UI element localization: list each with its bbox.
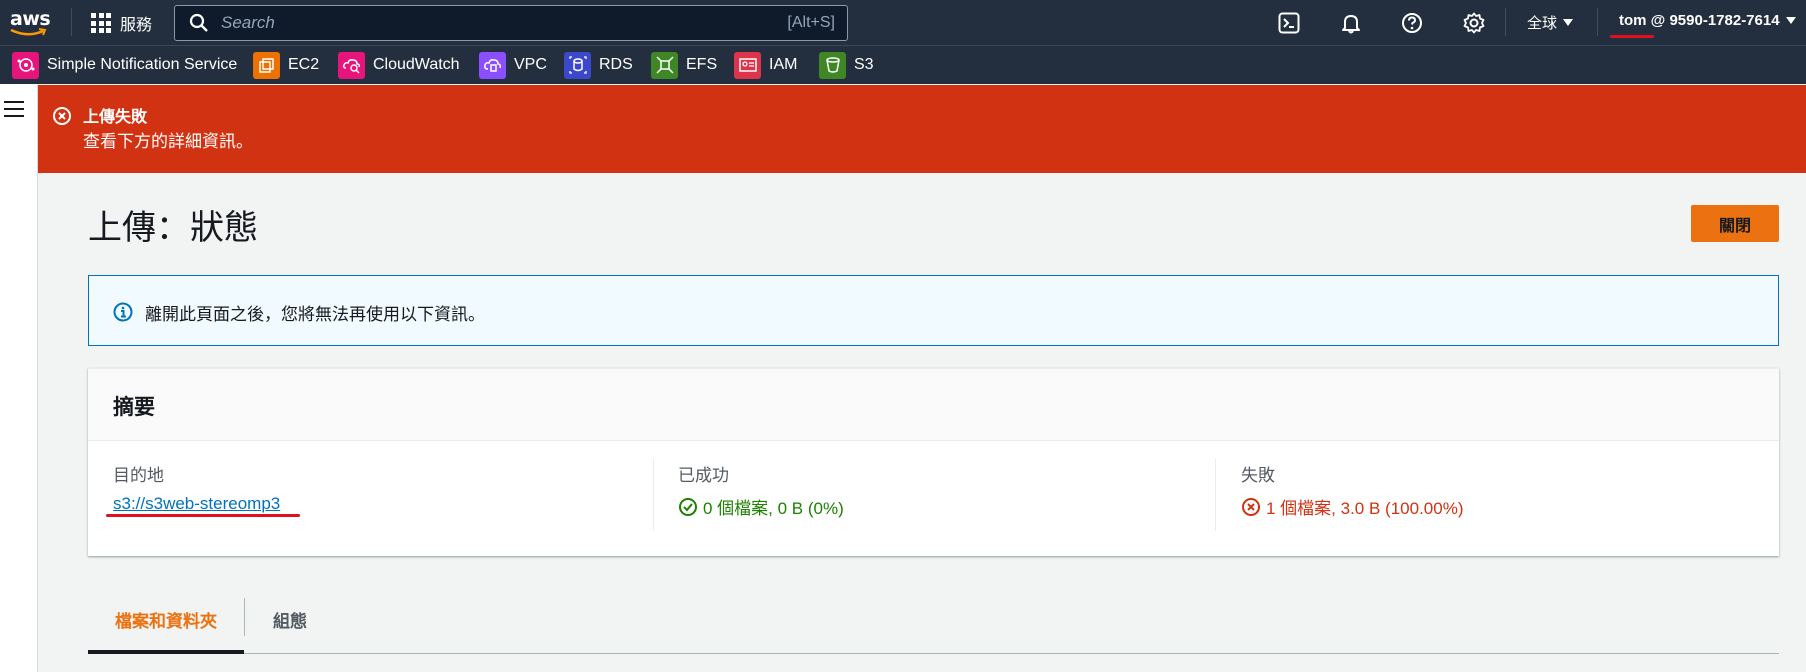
account-menu[interactable]: tom @ 9590-1782-7614 bbox=[1619, 12, 1796, 29]
ec2-icon bbox=[253, 51, 280, 79]
favorite-label: VPC bbox=[514, 56, 547, 73]
failed-status: 1 個檔案, 3.0 B (100.00%) bbox=[1241, 494, 1463, 519]
favorites-bar: Simple Notification Service EC2 CloudWat… bbox=[0, 45, 1806, 84]
account-label: tom @ 9590-1782-7614 bbox=[1619, 12, 1780, 29]
column-divider bbox=[1215, 459, 1216, 531]
search-shortcut: [Alt+S] bbox=[787, 14, 835, 31]
favorite-label: S3 bbox=[854, 56, 874, 73]
error-flash-banner: 上傳失敗 查看下方的詳細資訊。 bbox=[38, 85, 1806, 173]
favorite-label: RDS bbox=[599, 56, 633, 73]
region-label: 全球 bbox=[1527, 15, 1558, 32]
favorite-vpc[interactable]: VPC bbox=[479, 51, 547, 79]
active-tab-indicator bbox=[88, 650, 244, 654]
caret-down-icon bbox=[1785, 17, 1796, 24]
favorite-s3[interactable]: S3 bbox=[819, 51, 874, 79]
settings-icon[interactable] bbox=[1461, 10, 1487, 36]
top-navigation: aws 服務 Search [Alt+S] 全球 tom @ 9590-1782… bbox=[0, 0, 1806, 45]
summary-container: 摘要 目的地 s3://s3web-stereomp3 已成功 0 個檔案, 0… bbox=[88, 368, 1779, 556]
hamburger-menu-icon[interactable] bbox=[4, 101, 24, 117]
favorite-label: Simple Notification Service bbox=[47, 56, 238, 73]
tab-bar: 檔案和資料夾 組態 bbox=[88, 592, 1779, 654]
favorite-label: EC2 bbox=[288, 56, 320, 73]
success-check-icon bbox=[679, 497, 697, 516]
favorite-label: EFS bbox=[686, 56, 718, 73]
services-label: 服務 bbox=[120, 17, 153, 34]
page-title: 上傳：狀態 bbox=[88, 209, 258, 247]
favorite-label: CloudWatch bbox=[373, 56, 460, 73]
failed-value: 1 個檔案, 3.0 B (100.00%) bbox=[1266, 499, 1464, 518]
sns-icon bbox=[12, 51, 39, 79]
info-icon bbox=[113, 302, 133, 322]
succeeded-label: 已成功 bbox=[678, 466, 729, 485]
favorite-cloudwatch[interactable]: CloudWatch bbox=[338, 51, 460, 79]
efs-icon bbox=[651, 51, 678, 79]
annotation-underline bbox=[106, 514, 300, 517]
aws-smile-icon bbox=[10, 28, 47, 36]
services-menu-button[interactable]: 服務 bbox=[91, 11, 152, 35]
notifications-icon[interactable] bbox=[1338, 10, 1364, 36]
tab-configuration[interactable]: 組態 bbox=[273, 607, 307, 632]
search-placeholder: Search bbox=[221, 13, 275, 32]
flash-title: 上傳失敗 bbox=[83, 109, 148, 126]
favorite-ec2[interactable]: EC2 bbox=[253, 51, 319, 79]
help-icon[interactable] bbox=[1399, 10, 1425, 36]
s3-icon bbox=[819, 51, 846, 79]
iam-icon bbox=[734, 51, 761, 79]
rds-icon bbox=[564, 51, 591, 79]
column-divider bbox=[653, 459, 654, 531]
grid-icon bbox=[91, 13, 111, 33]
summary-heading: 摘要 bbox=[113, 396, 155, 419]
annotation-underline bbox=[1610, 35, 1654, 38]
caret-down-icon bbox=[1563, 19, 1574, 26]
failed-label: 失敗 bbox=[1241, 466, 1275, 485]
error-circle-icon bbox=[1242, 497, 1260, 516]
destination-label: 目的地 bbox=[113, 466, 164, 485]
favorite-iam[interactable]: IAM bbox=[734, 51, 797, 79]
close-button[interactable]: 關閉 bbox=[1691, 205, 1779, 242]
favorite-label: IAM bbox=[769, 56, 798, 73]
search-icon bbox=[189, 13, 208, 32]
favorite-rds[interactable]: RDS bbox=[564, 51, 633, 79]
left-rail bbox=[0, 84, 38, 672]
search-input[interactable]: Search [Alt+S] bbox=[174, 5, 848, 41]
aws-logo[interactable]: aws bbox=[10, 8, 52, 38]
favorite-sns[interactable]: Simple Notification Service bbox=[12, 51, 237, 79]
nav-divider bbox=[1597, 8, 1598, 36]
info-alert-text: 離開此頁面之後，您將無法再使用以下資訊。 bbox=[145, 305, 485, 324]
tab-divider bbox=[244, 598, 245, 636]
succeeded-value: 0 個檔案, 0 B (0%) bbox=[703, 499, 844, 518]
tab-files-and-folders[interactable]: 檔案和資料夾 bbox=[115, 607, 217, 632]
cloudwatch-icon bbox=[338, 51, 365, 79]
region-selector[interactable]: 全球 bbox=[1527, 12, 1574, 33]
flash-message: 查看下方的詳細資訊。 bbox=[83, 132, 253, 151]
succeeded-status: 0 個檔案, 0 B (0%) bbox=[678, 494, 844, 519]
error-circle-icon bbox=[53, 107, 71, 125]
vpc-icon bbox=[479, 51, 506, 79]
favorite-efs[interactable]: EFS bbox=[651, 51, 717, 79]
nav-divider bbox=[71, 8, 72, 36]
destination-link[interactable]: s3://s3web-stereomp3 bbox=[113, 494, 280, 514]
nav-divider bbox=[1505, 8, 1506, 36]
info-alert: 離開此頁面之後，您將無法再使用以下資訊。 bbox=[88, 275, 1779, 346]
cloudshell-icon[interactable] bbox=[1276, 10, 1302, 36]
summary-header: 摘要 bbox=[88, 369, 1779, 441]
